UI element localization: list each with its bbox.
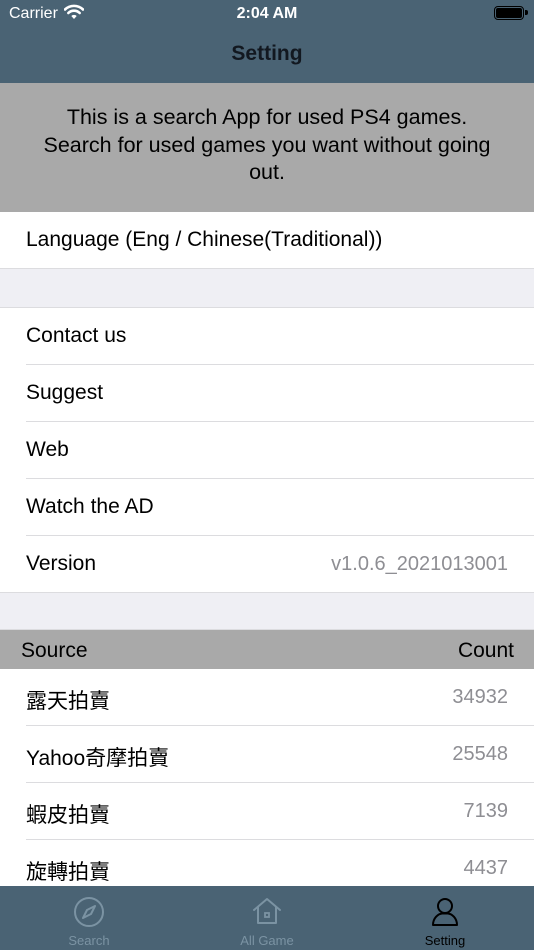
web-cell[interactable]: Web — [0, 422, 534, 479]
source-table-header: Source Count — [0, 630, 534, 669]
version-label: Version — [26, 552, 97, 575]
tab-setting-label: Setting — [424, 933, 466, 948]
person-icon — [429, 896, 461, 933]
contact-us-cell[interactable]: Contact us — [0, 308, 534, 365]
source-name: 蝦皮拍賣 — [26, 804, 110, 827]
clock: 2:04 AM — [236, 5, 298, 22]
version-value: v1.0.6_2021013001 — [331, 553, 508, 575]
suggest-label: Suggest — [26, 381, 104, 404]
compass-icon — [73, 896, 105, 933]
section-gap — [0, 592, 534, 630]
watch-ad-label: Watch the AD — [26, 495, 154, 518]
source-name: 旋轉拍賣 — [26, 861, 110, 884]
language-cell[interactable]: Language (Eng / Chinese(Traditional)) — [0, 212, 534, 269]
contact-us-label: Contact us — [26, 324, 127, 347]
table-row[interactable]: 露天拍賣 34932 — [0, 669, 534, 726]
language-label: Language (Eng / Chinese(Traditional)) — [26, 228, 383, 251]
source-count: 25548 — [452, 743, 508, 765]
section-gap — [0, 268, 534, 308]
suggest-cell[interactable]: Suggest — [0, 365, 534, 422]
watch-ad-cell[interactable]: Watch the AD — [0, 479, 534, 536]
tab-all-game[interactable]: All Game — [178, 886, 356, 950]
status-bar: Carrier 2:04 AM — [0, 0, 534, 28]
tab-setting[interactable]: Setting — [356, 886, 534, 950]
source-count: 4437 — [463, 857, 509, 879]
source-name: Yahoo奇摩拍賣 — [26, 747, 170, 770]
page-title: Setting — [231, 42, 303, 65]
battery-icon — [494, 6, 528, 20]
table-row[interactable]: Yahoo奇摩拍賣 25548 — [0, 726, 534, 783]
tab-all-game-label: All Game — [240, 933, 294, 948]
version-cell: Version v1.0.6_2021013001 — [0, 536, 534, 593]
source-count: 34932 — [452, 686, 508, 708]
tab-bar: Search All Game Setting — [0, 886, 534, 950]
tab-search-label: Search — [68, 933, 110, 948]
intro-banner: This is a search App for used PS4 games.… — [0, 83, 534, 212]
navigation-bar: Setting — [0, 28, 534, 83]
table-row[interactable]: 蝦皮拍賣 7139 — [0, 783, 534, 840]
tab-search[interactable]: Search — [0, 886, 178, 950]
intro-text: This is a search App for used PS4 games.… — [43, 105, 491, 185]
home-icon — [251, 896, 283, 931]
web-label: Web — [26, 438, 69, 461]
source-name: 露天拍賣 — [26, 690, 110, 713]
count-column-header: Count — [457, 639, 514, 662]
source-column-header: Source — [21, 639, 88, 662]
source-count: 7139 — [463, 800, 509, 822]
